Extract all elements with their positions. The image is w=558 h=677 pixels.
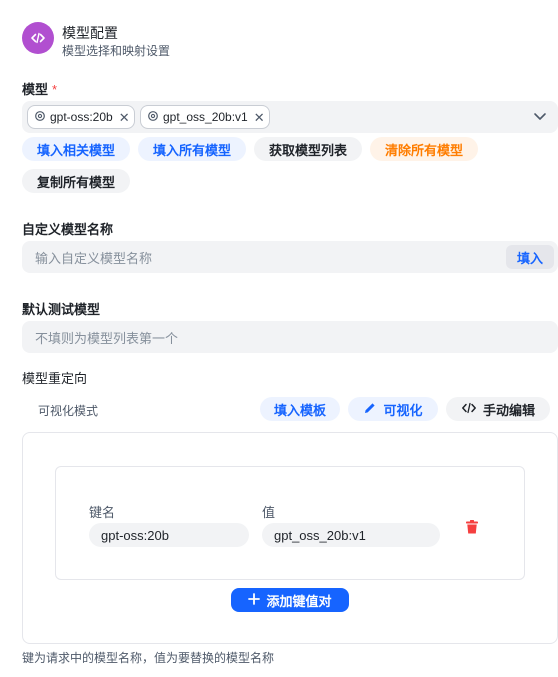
redirect-hint: 键为请求中的模型名称，值为要替换的模型名称 bbox=[22, 651, 275, 665]
model-icon bbox=[147, 110, 159, 125]
section-subtitle: 模型选择和映射设置 bbox=[62, 44, 171, 58]
plus-icon bbox=[248, 592, 261, 608]
remove-tag-icon[interactable]: ✕ bbox=[119, 111, 130, 124]
fill-button[interactable]: 填入 bbox=[506, 245, 554, 269]
custom-name-label: 自定义模型名称 bbox=[22, 222, 114, 237]
default-test-model-label: 默认测试模型 bbox=[22, 302, 101, 317]
section-title: 模型配置 bbox=[62, 25, 118, 41]
model-redirect-label: 模型重定向 bbox=[22, 371, 88, 386]
default-test-model-input[interactable]: 不填则为模型列表第一个 bbox=[22, 321, 558, 353]
required-mark: * bbox=[52, 82, 58, 97]
remove-tag-icon[interactable]: ✕ bbox=[254, 111, 265, 124]
fill-template-button[interactable]: 填入模板 bbox=[260, 397, 340, 421]
fill-template-label: 填入模板 bbox=[273, 402, 326, 418]
value-label: 值 bbox=[262, 505, 276, 520]
code-icon bbox=[461, 401, 477, 418]
clear-all-models-button[interactable]: 清除所有模型 bbox=[370, 137, 478, 161]
visual-mode-button[interactable]: 可视化 bbox=[348, 397, 438, 421]
fill-related-models-button[interactable]: 填入相关模型 bbox=[22, 137, 130, 161]
chevron-down-icon[interactable] bbox=[532, 110, 548, 127]
models-label: 模型 * bbox=[22, 82, 58, 97]
key-label: 键名 bbox=[89, 505, 116, 520]
fetch-model-list-button[interactable]: 获取模型列表 bbox=[254, 137, 362, 161]
fill-all-models-button[interactable]: 填入所有模型 bbox=[138, 137, 246, 161]
mode-label: 可视化模式 bbox=[38, 404, 99, 418]
key-input[interactable]: gpt-oss:20b bbox=[89, 523, 249, 547]
pencil-icon bbox=[363, 401, 377, 418]
copy-all-models-button[interactable]: 复制所有模型 bbox=[22, 169, 130, 193]
custom-name-input[interactable]: 输入自定义模型名称 bbox=[22, 241, 558, 273]
model-tag[interactable]: gpt_oss_20b:v1 ✕ bbox=[140, 105, 270, 129]
add-key-value-button[interactable]: 添加键值对 bbox=[231, 588, 349, 612]
model-tag[interactable]: gpt-oss:20b ✕ bbox=[27, 105, 135, 129]
visual-mode-label: 可视化 bbox=[383, 402, 423, 418]
manual-edit-button[interactable]: 手动编辑 bbox=[446, 397, 550, 421]
add-key-value-label: 添加键值对 bbox=[266, 593, 332, 609]
model-icon bbox=[34, 110, 46, 125]
value-input[interactable]: gpt_oss_20b:v1 bbox=[262, 523, 440, 547]
model-tag-label: gpt_oss_20b:v1 bbox=[163, 110, 248, 124]
model-tag-label: gpt-oss:20b bbox=[50, 110, 113, 124]
code-icon bbox=[22, 22, 54, 54]
trash-icon[interactable] bbox=[465, 519, 479, 538]
manual-edit-label: 手动编辑 bbox=[482, 402, 535, 418]
